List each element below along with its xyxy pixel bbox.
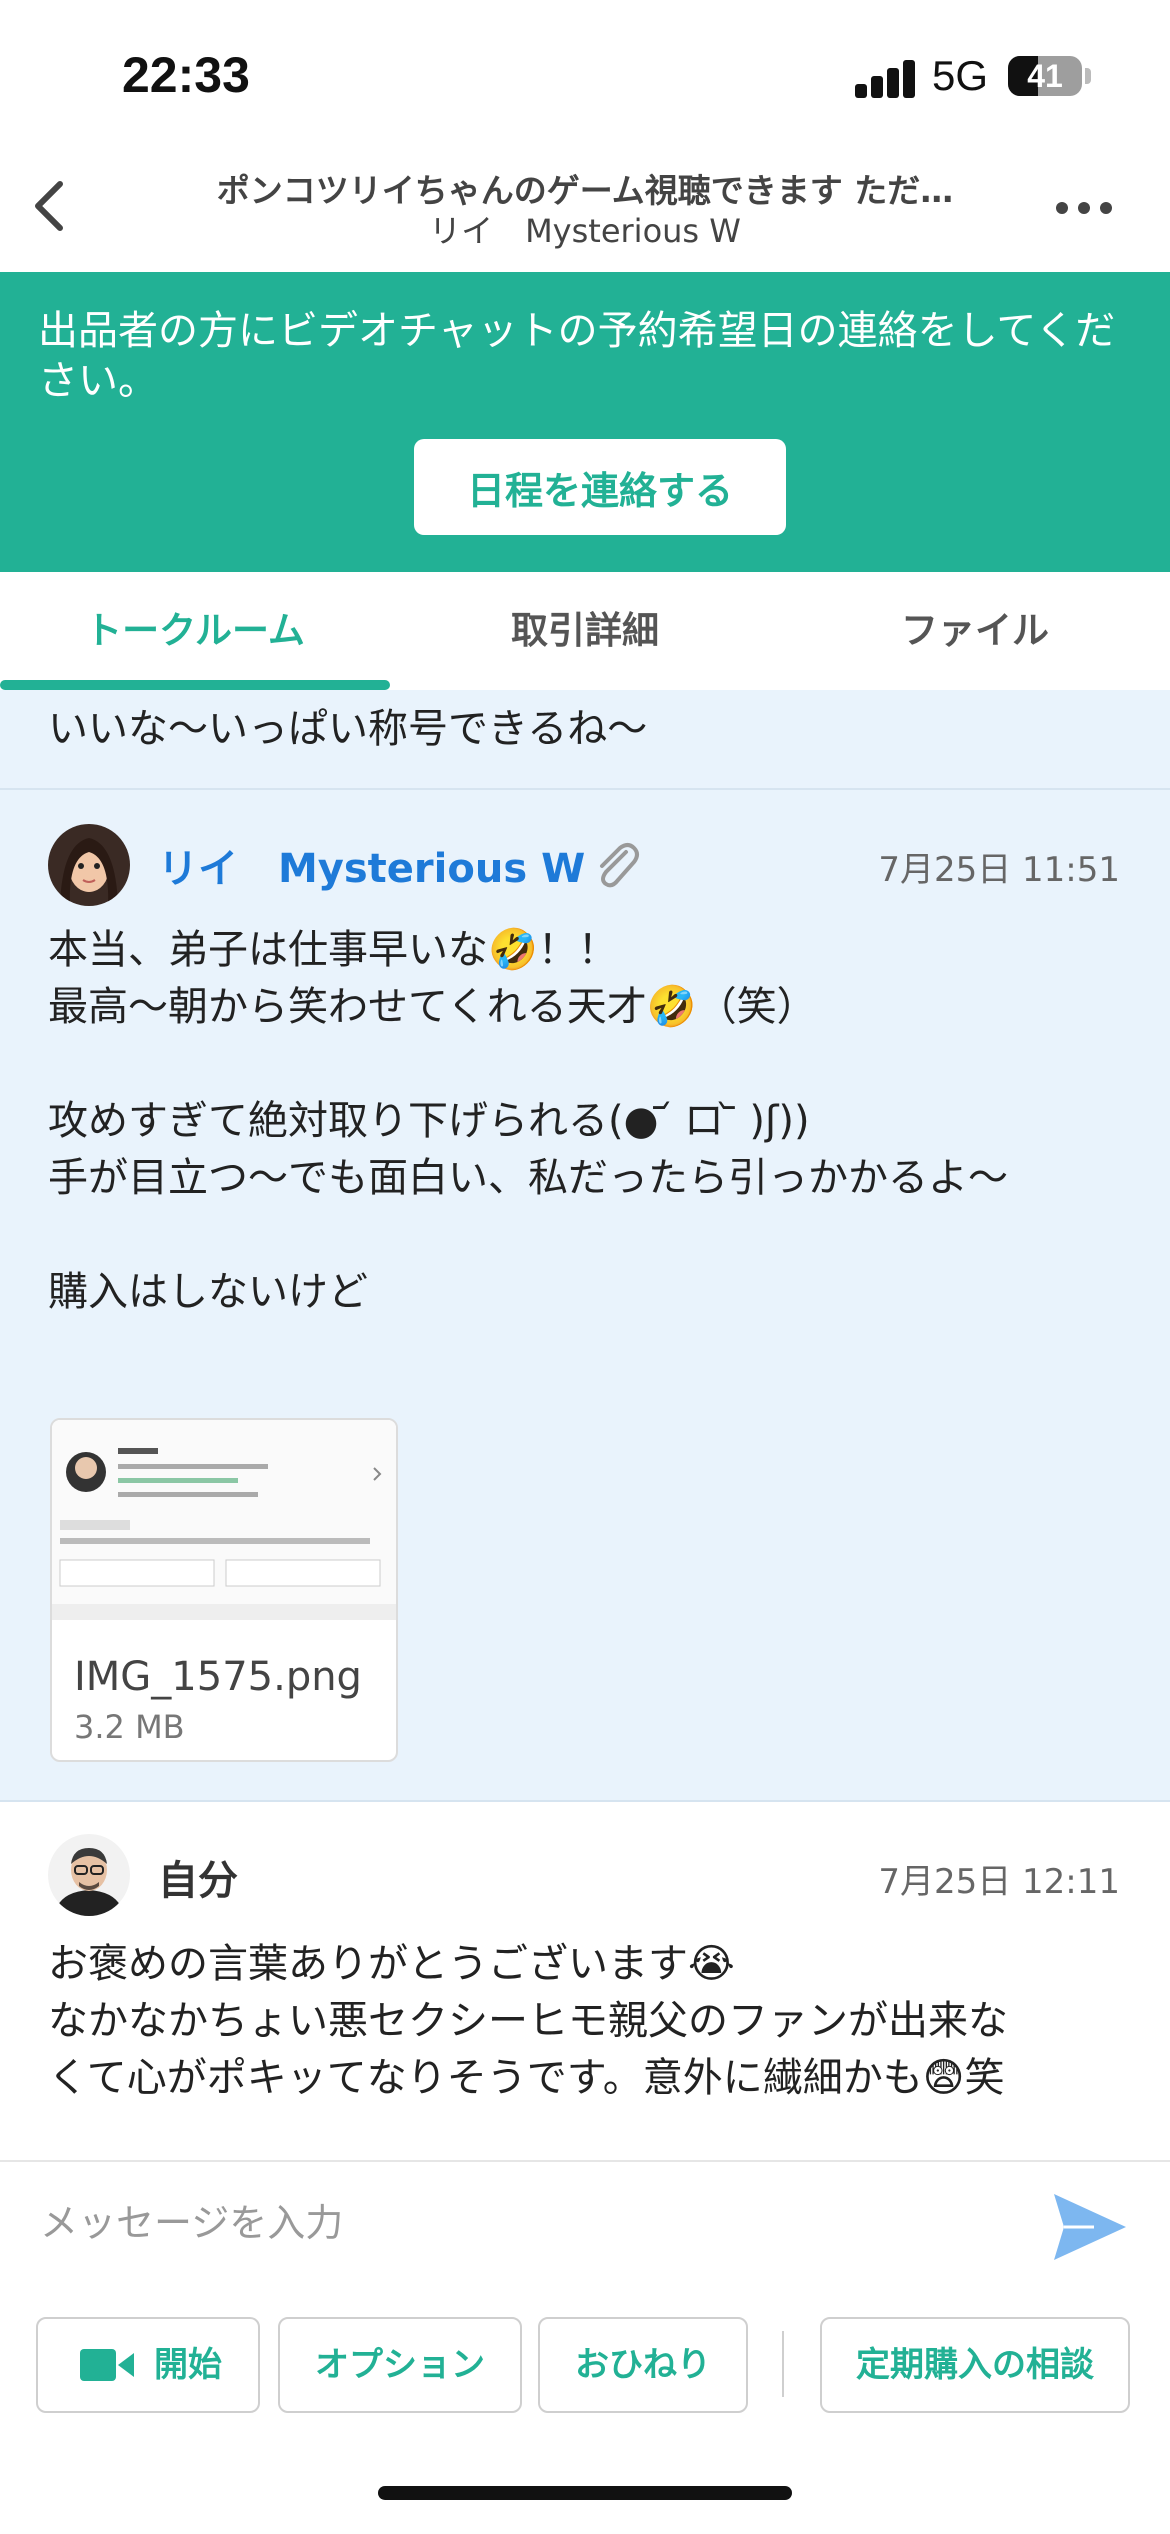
- send-icon: [1054, 2194, 1126, 2260]
- self-avatar[interactable]: [48, 1834, 130, 1916]
- message-input[interactable]: [38, 2182, 1022, 2264]
- seller-name: リイ Mysterious W: [429, 212, 741, 250]
- video-camera-icon: [80, 2349, 134, 2381]
- nav-header: ポンコツリイちゃんのゲーム視聴できます ただ… リイ Mysterious W: [0, 150, 1170, 272]
- file-name: IMG_1575.png: [74, 1654, 362, 1700]
- tab-files[interactable]: ファイル: [780, 572, 1170, 690]
- file-size: 3.2 MB: [74, 1708, 185, 1746]
- composer: 開始 オプション おひねり 定期購入の相談: [0, 2160, 1170, 2534]
- message-timestamp: 7月25日 12:11: [878, 1862, 1120, 1902]
- notice-banner: 出品者の方にビデオチャットの予約希望日の連絡をしてください。 日程を連絡する: [0, 272, 1170, 572]
- options-button[interactable]: オプション: [278, 2317, 522, 2413]
- cellular-signal-icon: [855, 58, 917, 98]
- file-attachment[interactable]: IMG_1575.png 3.2 MB: [50, 1418, 398, 1762]
- tab-transaction-details[interactable]: 取引詳細: [390, 572, 780, 690]
- back-button[interactable]: [22, 176, 82, 236]
- message-text: お褒めの言葉ありがとうございます😭 なかなかちょい悪セクシーヒモ親父のファンが出…: [48, 1941, 1008, 2101]
- start-video-button[interactable]: 開始: [36, 2317, 260, 2413]
- divider: [782, 2331, 784, 2397]
- battery-tip: [1085, 68, 1091, 84]
- network-type: 5G: [932, 52, 989, 99]
- message-timestamp: 7月25日 11:51: [878, 850, 1120, 890]
- banner-message: 出品者の方にビデオチャットの予約希望日の連絡をしてください。: [38, 308, 1116, 404]
- tip-button[interactable]: おひねり: [538, 2317, 748, 2413]
- send-button[interactable]: [1050, 2190, 1130, 2264]
- battery-level: 41: [1027, 58, 1063, 94]
- sender-name[interactable]: リイ Mysterious W: [158, 836, 585, 894]
- message-seller: リイ Mysterious W 7月25日 11:51 本当、弟子は仕事早いな🤣…: [0, 790, 1170, 1802]
- status-bar: 22:33 5G 41: [0, 0, 1170, 150]
- image-thumbnail: [52, 1420, 396, 1620]
- seller-avatar[interactable]: [48, 824, 130, 906]
- more-options-icon[interactable]: [1056, 202, 1112, 222]
- sender-name: 自分: [158, 1858, 238, 1904]
- message-self: 自分 7月25日 12:11 お褒めの言葉ありがとうございます😭 なかなかちょい…: [0, 1802, 1170, 2160]
- chevron-left-icon: [35, 181, 63, 231]
- status-time: 22:33: [122, 47, 250, 103]
- subscription-consult-button[interactable]: 定期購入の相談: [820, 2317, 1130, 2413]
- tab-bar: トークルーム 取引詳細 ファイル: [0, 572, 1170, 692]
- home-indicator: [378, 2486, 792, 2500]
- tab-talk-room[interactable]: トークルーム: [0, 572, 390, 690]
- action-buttons: 開始 オプション おひねり 定期購入の相談: [0, 2317, 1170, 2415]
- attachment-icon: [586, 834, 646, 894]
- message-partial: いいな〜いっぱい称号できるね〜: [0, 690, 1170, 790]
- contact-schedule-button[interactable]: 日程を連絡する: [414, 439, 786, 535]
- listing-title: ポンコツリイちゃんのゲーム視聴できます ただ…: [216, 171, 954, 210]
- message-text: 本当、弟子は仕事早いな🤣！！ 最高〜朝から笑わせてくれる天才🤣（笑） 攻めすぎて…: [48, 927, 1008, 1315]
- battery-icon: 41: [1008, 56, 1082, 96]
- start-label: 開始: [154, 2345, 222, 2385]
- message-text: いいな〜いっぱい称号できるね〜: [48, 706, 648, 752]
- active-tab-indicator: [0, 680, 390, 690]
